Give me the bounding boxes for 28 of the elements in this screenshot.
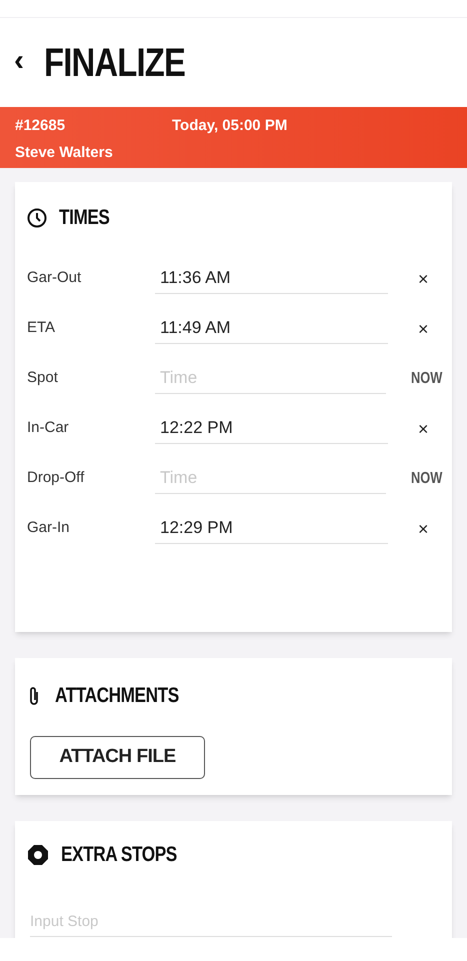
time-label: In-Car <box>27 418 70 438</box>
time-label: Spot <box>27 368 59 388</box>
stop-sign-icon <box>27 844 49 866</box>
attach-file-button[interactable]: ATTACH FILE <box>30 736 205 778</box>
time-label: Drop-Off <box>27 468 86 488</box>
now-button[interactable]: NOW <box>411 366 442 390</box>
customer-name: Steve Walters <box>15 142 114 162</box>
time-field[interactable]: 11:49 AM <box>155 314 388 344</box>
job-time: Today, 05:00 PM <box>172 116 288 136</box>
time-field[interactable]: 12:22 PM <box>155 414 388 444</box>
section-title: ATTACHMENTS <box>55 683 179 709</box>
clear-button[interactable]: × <box>418 520 429 538</box>
clear-button[interactable]: × <box>418 270 429 288</box>
time-label: ETA <box>27 318 56 338</box>
now-button[interactable]: NOW <box>411 466 442 490</box>
section-title: TIMES <box>59 205 110 231</box>
job-number: #12685 <box>15 116 66 136</box>
time-field[interactable]: 12:29 PM <box>155 514 388 544</box>
clear-button[interactable]: × <box>418 320 429 338</box>
back-button[interactable]: ‹ <box>14 46 24 80</box>
section-title: EXTRA STOPS <box>61 842 177 868</box>
time-field[interactable]: 11:36 AM <box>155 264 388 294</box>
time-label: Gar-Out <box>27 268 82 288</box>
clear-button[interactable]: × <box>418 420 429 438</box>
page-title: FINALIZE <box>44 40 186 86</box>
time-label: Gar-In <box>27 518 71 538</box>
clock-icon <box>27 208 47 228</box>
paperclip-icon <box>27 686 41 706</box>
